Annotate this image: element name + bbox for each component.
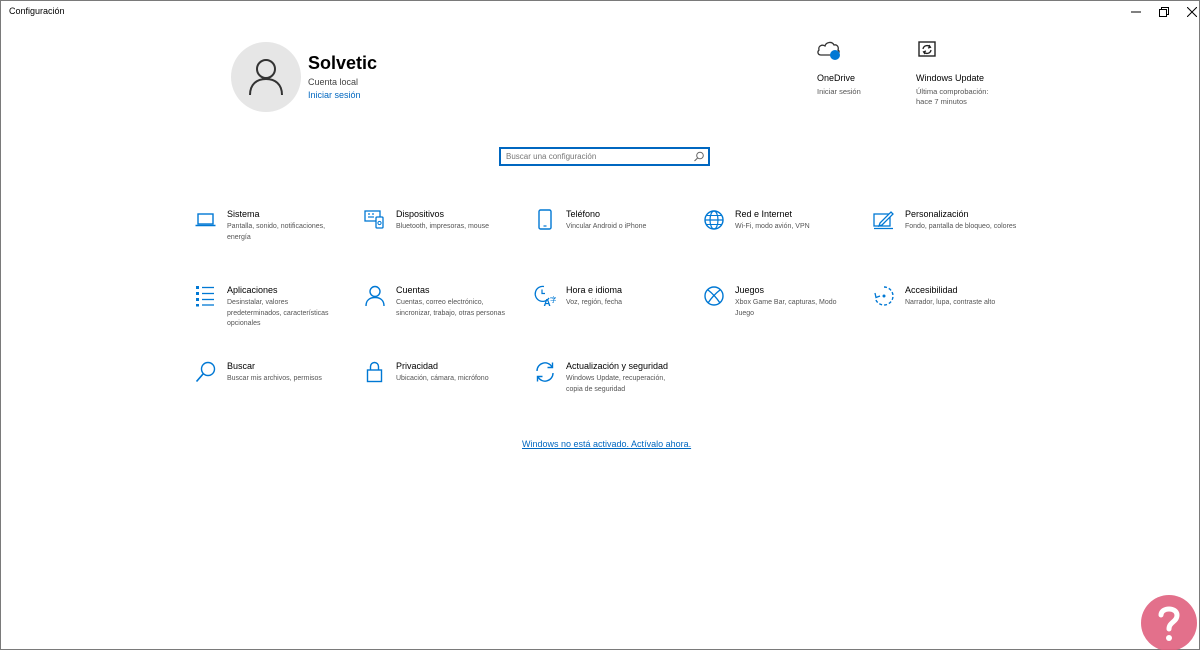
category-sistema[interactable]: Sistema Pantalla, sonido, notificaciones…	[195, 209, 345, 269]
category-title: Buscar	[227, 361, 256, 371]
sync-icon	[536, 362, 554, 382]
laptop-icon	[195, 213, 216, 227]
title-bar: Configuración	[1, 1, 1199, 23]
close-icon	[1187, 7, 1197, 17]
search-input[interactable]	[506, 149, 691, 164]
category-description: Xbox Game Bar, capturas, Modo Juego	[735, 299, 837, 317]
category-description: Narrador, lupa, contraste alto	[905, 299, 996, 306]
category-aplicaciones[interactable]: Aplicaciones Desinstalar, valores predet…	[195, 285, 345, 345]
category-description: Ubicación, cámara, micrófono	[396, 375, 489, 382]
category-red-internet[interactable]: Red e Internet Wi-Fi, modo avión, VPN	[703, 209, 853, 269]
svg-text:字: 字	[550, 295, 556, 304]
search-box	[499, 147, 710, 166]
phone-icon	[538, 209, 552, 230]
category-description: Buscar mis archivos, permisos	[227, 375, 322, 382]
windows-update-tile[interactable]: Windows Update Última comprobación: hace…	[916, 39, 1026, 107]
category-buscar[interactable]: Buscar Buscar mis archivos, permisos	[195, 361, 345, 421]
category-title: Sistema	[227, 209, 260, 219]
time-language-icon: A 字	[534, 285, 556, 307]
category-title: Dispositivos	[396, 209, 445, 219]
category-title: Privacidad	[396, 361, 439, 371]
onedrive-status: Iniciar sesión	[817, 87, 861, 96]
cloud-icon	[817, 41, 840, 60]
globe-icon	[704, 210, 724, 230]
update-icon	[918, 41, 936, 57]
category-description: Wi-Fi, modo avión, VPN	[735, 223, 810, 230]
category-accesibilidad[interactable]: Accesibilidad Narrador, lupa, contraste …	[873, 285, 1023, 345]
onedrive-title: OneDrive	[817, 73, 856, 83]
category-description: Bluetooth, impresoras, mouse	[396, 223, 489, 230]
window-title: Configuración	[9, 6, 65, 16]
category-title: Actualización y seguridad	[566, 361, 669, 371]
maximize-button[interactable]	[1149, 1, 1179, 23]
search-icon[interactable]	[693, 151, 705, 162]
category-personalizacion[interactable]: Personalización Fondo, pantalla de bloqu…	[873, 209, 1023, 269]
xbox-icon	[704, 286, 724, 306]
category-description: Vincular Android o iPhone	[566, 223, 647, 230]
user-name: Solvetic	[308, 53, 378, 73]
category-cuentas[interactable]: Cuentas Cuentas, correo electrónico, sin…	[364, 285, 514, 345]
accessibility-icon	[874, 286, 894, 306]
avatar[interactable]	[231, 42, 301, 112]
category-title: Cuentas	[396, 285, 430, 295]
category-title: Hora e idioma	[566, 285, 623, 295]
lock-icon	[366, 361, 383, 383]
category-hora-idioma[interactable]: A 字 Hora e idioma Voz, región, fecha	[534, 285, 684, 345]
apps-list-icon	[196, 286, 214, 307]
category-description: Windows Update, recuperación, copia de s…	[566, 375, 666, 393]
category-description: Desinstalar, valores predeterminados, ca…	[227, 299, 329, 327]
category-title: Personalización	[905, 209, 969, 219]
category-dispositivos[interactable]: Dispositivos Bluetooth, impresoras, mous…	[364, 209, 514, 269]
settings-window: Configuración Solvetic Cuenta local Inic…	[0, 0, 1200, 650]
windows-update-status: Última comprobación: hace 7 minutos	[916, 87, 989, 106]
category-description: Fondo, pantalla de bloqueo, colores	[905, 223, 1017, 230]
category-description: Cuentas, correo electrónico, sincronizar…	[396, 299, 505, 317]
windows-update-title: Windows Update	[916, 73, 985, 83]
devices-icon	[364, 210, 384, 229]
sign-in-link[interactable]: Iniciar sesión	[308, 90, 361, 100]
watermark-logo-icon	[1141, 595, 1197, 650]
category-title: Juegos	[735, 285, 765, 295]
category-description: Voz, región, fecha	[566, 299, 623, 306]
restore-icon	[1159, 7, 1169, 17]
category-telefono[interactable]: Teléfono Vincular Android o iPhone	[534, 209, 684, 269]
minimize-icon	[1131, 11, 1141, 13]
category-juegos[interactable]: Juegos Xbox Game Bar, capturas, Modo Jue…	[703, 285, 853, 345]
person-icon	[365, 285, 385, 307]
search-icon	[195, 361, 216, 383]
category-title: Accesibilidad	[905, 285, 958, 295]
onedrive-tile[interactable]: OneDrive Iniciar sesión	[817, 39, 927, 97]
user-silhouette-icon	[249, 59, 283, 96]
close-button[interactable]	[1177, 1, 1200, 23]
category-description: Pantalla, sonido, notificaciones, energí…	[227, 223, 326, 241]
minimize-button[interactable]	[1121, 1, 1151, 23]
category-privacidad[interactable]: Privacidad Ubicación, cámara, micrófono	[364, 361, 514, 421]
category-title: Teléfono	[566, 209, 601, 219]
category-actualizacion-seguridad[interactable]: Actualización y seguridad Windows Update…	[534, 361, 684, 421]
paint-icon	[873, 211, 894, 230]
category-title: Red e Internet	[735, 209, 793, 219]
account-type: Cuenta local	[308, 77, 359, 87]
category-title: Aplicaciones	[227, 285, 278, 295]
activate-windows-link[interactable]: Windows no está activado. Actívalo ahora…	[522, 439, 691, 449]
